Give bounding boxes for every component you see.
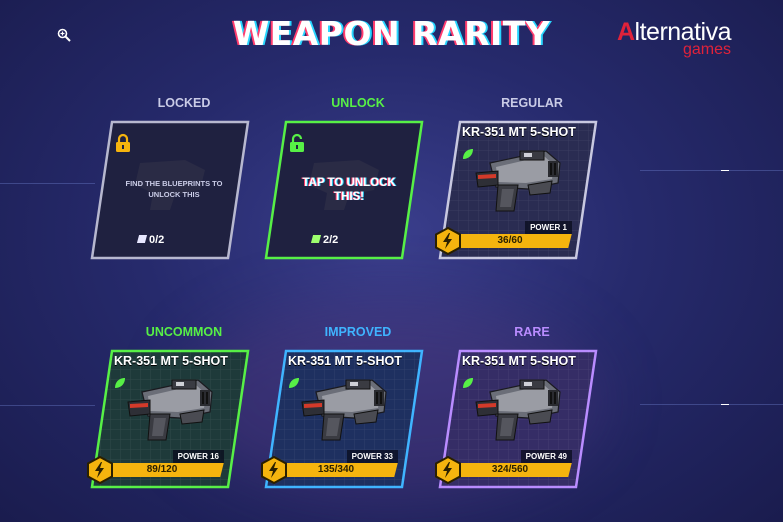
rarity-label-regular: REGULAR <box>501 96 563 110</box>
locked-hint: FIND THE BLUEPRINTS TO UNLOCK THIS <box>125 179 223 199</box>
weapon-name: KR-351 MT 5-SHOT <box>462 354 576 368</box>
weapon-kr351-image <box>475 379 561 441</box>
upgrade-progress-bar: 135/340 <box>274 463 398 477</box>
padlock-locked-icon <box>116 133 130 152</box>
weapon-kr351-image <box>127 379 213 441</box>
upgrade-progress-text: 324/560 <box>491 464 529 475</box>
power-level: POWER 16 <box>172 450 224 463</box>
bg-tick <box>721 404 729 405</box>
bg-line <box>0 405 95 406</box>
weapon-kr351-image <box>301 379 387 441</box>
lightning-bolt-icon <box>87 456 113 484</box>
tap-to-unlock-button[interactable]: TAP TO UNLOCK THIS! <box>289 176 409 204</box>
weapon-name: KR-351 MT 5-SHOT <box>462 125 576 139</box>
upgrade-progress-bar: 36/60 <box>448 234 572 248</box>
power-level: POWER 33 <box>346 450 398 463</box>
rarity-label-locked: LOCKED <box>157 96 211 110</box>
weapon-card-improved[interactable]: KR-351 MT 5-SHOT POWER 33 135/340 <box>261 349 424 489</box>
upgrade-progress-bar: 89/120 <box>100 463 224 477</box>
weapon-card-unlock[interactable]: TAP TO UNLOCK THIS! 2/2 <box>264 120 424 260</box>
rarity-label-unlock: UNLOCK <box>331 96 385 110</box>
blueprint-icon <box>310 235 322 243</box>
weapon-card-regular[interactable]: KR-351 MT 5-SHOT POWER 1 36/60 <box>435 120 598 260</box>
blueprint-count: 0/2 <box>136 234 164 246</box>
weapon-name: KR-351 MT 5-SHOT <box>114 354 228 368</box>
alternativa-games-logo: Alternativa games <box>616 18 732 58</box>
bg-line <box>0 183 95 184</box>
upgrade-progress-text: 89/120 <box>146 464 178 475</box>
rarity-label-improved: IMPROVED <box>324 325 392 339</box>
power-level: POWER 49 <box>520 450 572 463</box>
bg-tick <box>721 170 729 171</box>
weapon-kr351-image <box>475 150 561 212</box>
upgrade-progress-text: 135/340 <box>317 464 355 475</box>
upgrade-progress-text: 36/60 <box>497 235 523 246</box>
blueprint-icon <box>136 235 148 243</box>
bg-line <box>640 404 783 405</box>
power-level: POWER 1 <box>525 221 572 234</box>
weapon-card-locked[interactable]: FIND THE BLUEPRINTS TO UNLOCK THIS 0/2 <box>90 120 250 260</box>
bg-line <box>640 170 783 171</box>
weapon-card-uncommon[interactable]: KR-351 MT 5-SHOT POWER 16 89/120 <box>87 349 250 489</box>
weapon-name: KR-351 MT 5-SHOT <box>288 354 402 368</box>
upgrade-progress-bar: 324/560 <box>448 463 572 477</box>
weapon-card-rare[interactable]: KR-351 MT 5-SHOT POWER 49 324/560 <box>435 349 598 489</box>
padlock-open-icon <box>290 133 304 152</box>
lightning-bolt-icon <box>435 227 461 255</box>
lightning-bolt-icon <box>435 456 461 484</box>
rarity-label-rare: RARE <box>514 325 550 339</box>
rarity-label-uncommon: UNCOMMON <box>145 325 223 339</box>
blueprint-count: 2/2 <box>310 234 338 246</box>
lightning-bolt-icon <box>261 456 287 484</box>
